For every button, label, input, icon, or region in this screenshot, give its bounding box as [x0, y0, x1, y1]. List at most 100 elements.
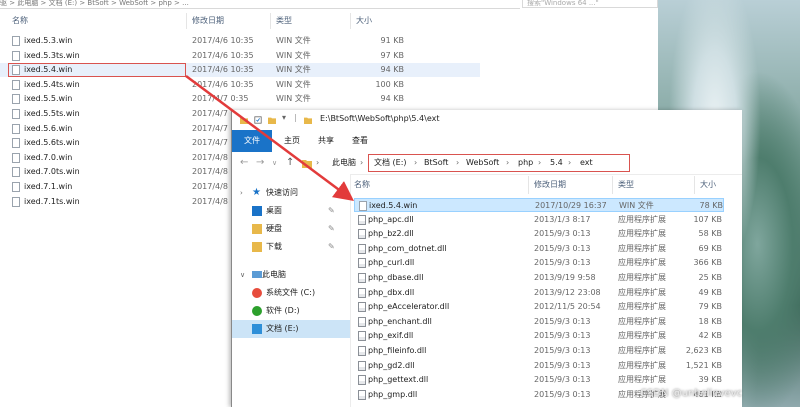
nav-item-desktop[interactable]: 桌面 ✎: [232, 202, 350, 220]
dll-file-icon: [358, 243, 366, 254]
window-title: E:\BtSoft\WebSoft\php\5.4\ext: [320, 114, 440, 123]
file-date: 2017/10/29 16:37: [535, 201, 607, 210]
tab-file[interactable]: 文件: [232, 130, 272, 152]
bg-col-date[interactable]: 修改日期: [192, 14, 224, 28]
nav-drive-d[interactable]: 软件 (D:): [232, 302, 350, 320]
file-row[interactable]: php_fileinfo.dll 2015/9/3 0:13 应用程序扩展 2,623…: [354, 344, 724, 358]
file-type: WIN 文件: [276, 79, 311, 89]
file-date: 2017/4/6 10:35: [192, 36, 254, 45]
tab-home[interactable]: 主页: [278, 130, 306, 152]
bg-file-row[interactable]: ixed.5.3.win 2017/4/6 10:35 WIN 文件 91 KB: [0, 34, 480, 48]
expand-arrow-icon[interactable]: ›: [240, 184, 243, 202]
dll-file-icon: [358, 360, 366, 371]
file-row[interactable]: php_exif.dll 2015/9/3 0:13 应用程序扩展 42 KB: [354, 329, 724, 343]
file-row[interactable]: php_dbase.dll 2013/9/19 9:58 应用程序扩展 25 KB: [354, 271, 724, 285]
file-size: 58 KB: [698, 229, 722, 239]
background-address-bar[interactable]: 驱 > 此电脑 > 文档 (E:) > BtSoft > WebSoft > p…: [0, 0, 520, 9]
recent-locations-chevron-icon[interactable]: ∨: [272, 156, 277, 170]
nav-quick-access[interactable]: › ★ 快速访问: [232, 184, 350, 202]
ribbon-tabs: 文件 主页 共享 查看: [232, 130, 742, 153]
file-row[interactable]: php_gd2.dll 2015/9/3 0:13 应用程序扩展 1,521 KB: [354, 359, 724, 373]
column-divider: [612, 176, 613, 194]
file-row[interactable]: php_curl.dll 2015/9/3 0:13 应用程序扩展 366 KB: [354, 256, 724, 270]
file-date: 2017/4/7 0:35: [192, 94, 249, 104]
file-name: php_dbase.dll: [368, 273, 424, 282]
nav-drive-c-label: 系统文件 (C:): [266, 288, 316, 297]
nav-drive-e[interactable]: 文档 (E:): [232, 320, 350, 338]
nav-drive-c[interactable]: 系统文件 (C:): [232, 284, 350, 302]
column-divider: [528, 176, 529, 194]
file-row[interactable]: ixed.5.4.win 2017/10/29 16:37 WIN 文件 78 KB: [354, 198, 724, 212]
nav-item-harddisk[interactable]: 硬盘 ✎: [232, 220, 350, 238]
expand-arrow-icon[interactable]: ∨: [240, 266, 245, 284]
file-date: 2015/9/3 0:13: [534, 360, 591, 370]
file-row[interactable]: php_dbx.dll 2013/9/12 23:08 应用程序扩展 49 KB: [354, 286, 724, 300]
dll-file-icon: [358, 273, 366, 283]
bg-file-row[interactable]: ixed.5.4ts.win 2017/4/6 10:35 WIN 文件 100 KB: [0, 78, 480, 92]
quick-access-dropdown-icon[interactable]: ▾: [282, 113, 290, 122]
back-arrow-icon[interactable]: ←: [240, 156, 248, 170]
bg-col-size[interactable]: 大小: [356, 14, 372, 28]
breadcrumb-separator-icon: ›: [360, 158, 364, 167]
file-size: 366 KB: [693, 258, 722, 268]
file-date: 2017/4/6 10:35: [192, 50, 254, 60]
file-type: 应用程序扩展: [618, 243, 666, 253]
bg-file-row[interactable]: ixed.5.3ts.win 2017/4/6 10:35 WIN 文件 97 KB: [0, 49, 480, 63]
properties-icon[interactable]: [254, 116, 262, 124]
file-name: php_bz2.dll: [368, 229, 414, 239]
file-name: php_gd2.dll: [368, 360, 415, 370]
file-icon: [12, 182, 20, 192]
dll-file-icon: [358, 346, 366, 356]
file-date: 2017/4/7: [192, 138, 228, 148]
file-type: 应用程序扩展: [618, 273, 666, 282]
pin-icon[interactable]: ✎: [328, 238, 335, 256]
dll-file-icon: [358, 375, 366, 386]
pin-icon[interactable]: ✎: [328, 202, 335, 220]
tab-share[interactable]: 共享: [312, 130, 340, 152]
new-folder-icon[interactable]: [268, 116, 276, 124]
file-size: 79 KB: [698, 302, 722, 312]
col-size[interactable]: 大小: [700, 178, 716, 192]
col-type[interactable]: 类型: [618, 178, 634, 192]
file-name: ixed.5.3.win: [24, 36, 73, 45]
col-name[interactable]: 名称: [354, 178, 370, 192]
file-icon: [12, 123, 20, 134]
pin-icon[interactable]: ✎: [328, 220, 335, 238]
title-divider: |: [294, 113, 297, 122]
file-row[interactable]: php_apc.dll 2013/1/3 8:17 应用程序扩展 107 KB: [354, 213, 724, 227]
col-date[interactable]: 修改日期: [534, 178, 566, 192]
bg-col-name[interactable]: 名称: [12, 14, 28, 28]
file-size: 25 KB: [698, 273, 722, 282]
file-type: WIN 文件: [276, 65, 311, 75]
file-date: 2017/4/8: [192, 182, 228, 191]
up-arrow-icon[interactable]: ↑: [286, 156, 294, 170]
file-row[interactable]: php_com_dotnet.dll 2015/9/3 0:13 应用程序扩展 69 …: [354, 242, 724, 256]
dll-file-icon: [358, 287, 366, 298]
file-size: 97 KB: [380, 50, 404, 60]
forward-arrow-icon[interactable]: →: [256, 156, 264, 170]
column-divider: [694, 176, 695, 194]
tab-view[interactable]: 查看: [346, 130, 374, 152]
bg-file-row[interactable]: ixed.5.5.win 2017/4/7 0:35 WIN 文件 94 KB: [0, 92, 480, 106]
title-bar: ▾ | E:\BtSoft\WebSoft\php\5.4\ext: [232, 110, 742, 131]
bg-col-type[interactable]: 类型: [276, 14, 292, 28]
file-size: 2,623 KB: [685, 346, 722, 355]
file-icon: [12, 79, 20, 90]
background-search-box[interactable]: 搜索"Windows 64 ...": [522, 0, 658, 8]
file-name: ixed.5.4ts.win: [24, 79, 80, 89]
highlight-box-target-path: [368, 154, 630, 172]
nav-item-downloads[interactable]: 下载 ✎: [232, 238, 350, 256]
file-name: php_dbx.dll: [368, 287, 415, 297]
file-row[interactable]: php_eAccelerator.dll 2012/11/5 20:54 应用程序扩…: [354, 300, 724, 314]
file-date: 2015/9/3 0:13: [534, 258, 591, 268]
nav-item-desktop-label: 桌面: [266, 206, 282, 215]
dll-file-icon: [358, 331, 366, 342]
file-row[interactable]: php_gettext.dll 2015/9/3 0:13 应用程序扩展 39 KB: [354, 373, 724, 387]
file-row[interactable]: php_bz2.dll 2015/9/3 0:13 应用程序扩展 58 KB: [354, 227, 724, 241]
file-row[interactable]: php_enchant.dll 2015/9/3 0:13 应用程序扩展 18 KB: [354, 315, 724, 329]
file-date: 2017/4/6 10:35: [192, 79, 254, 89]
breadcrumb-this-pc[interactable]: 此电脑: [332, 155, 356, 171]
file-date: 2013/9/19 9:58: [534, 273, 596, 282]
nav-this-pc[interactable]: ∨ 此电脑: [232, 266, 350, 284]
file-size: 78 KB: [699, 201, 723, 210]
